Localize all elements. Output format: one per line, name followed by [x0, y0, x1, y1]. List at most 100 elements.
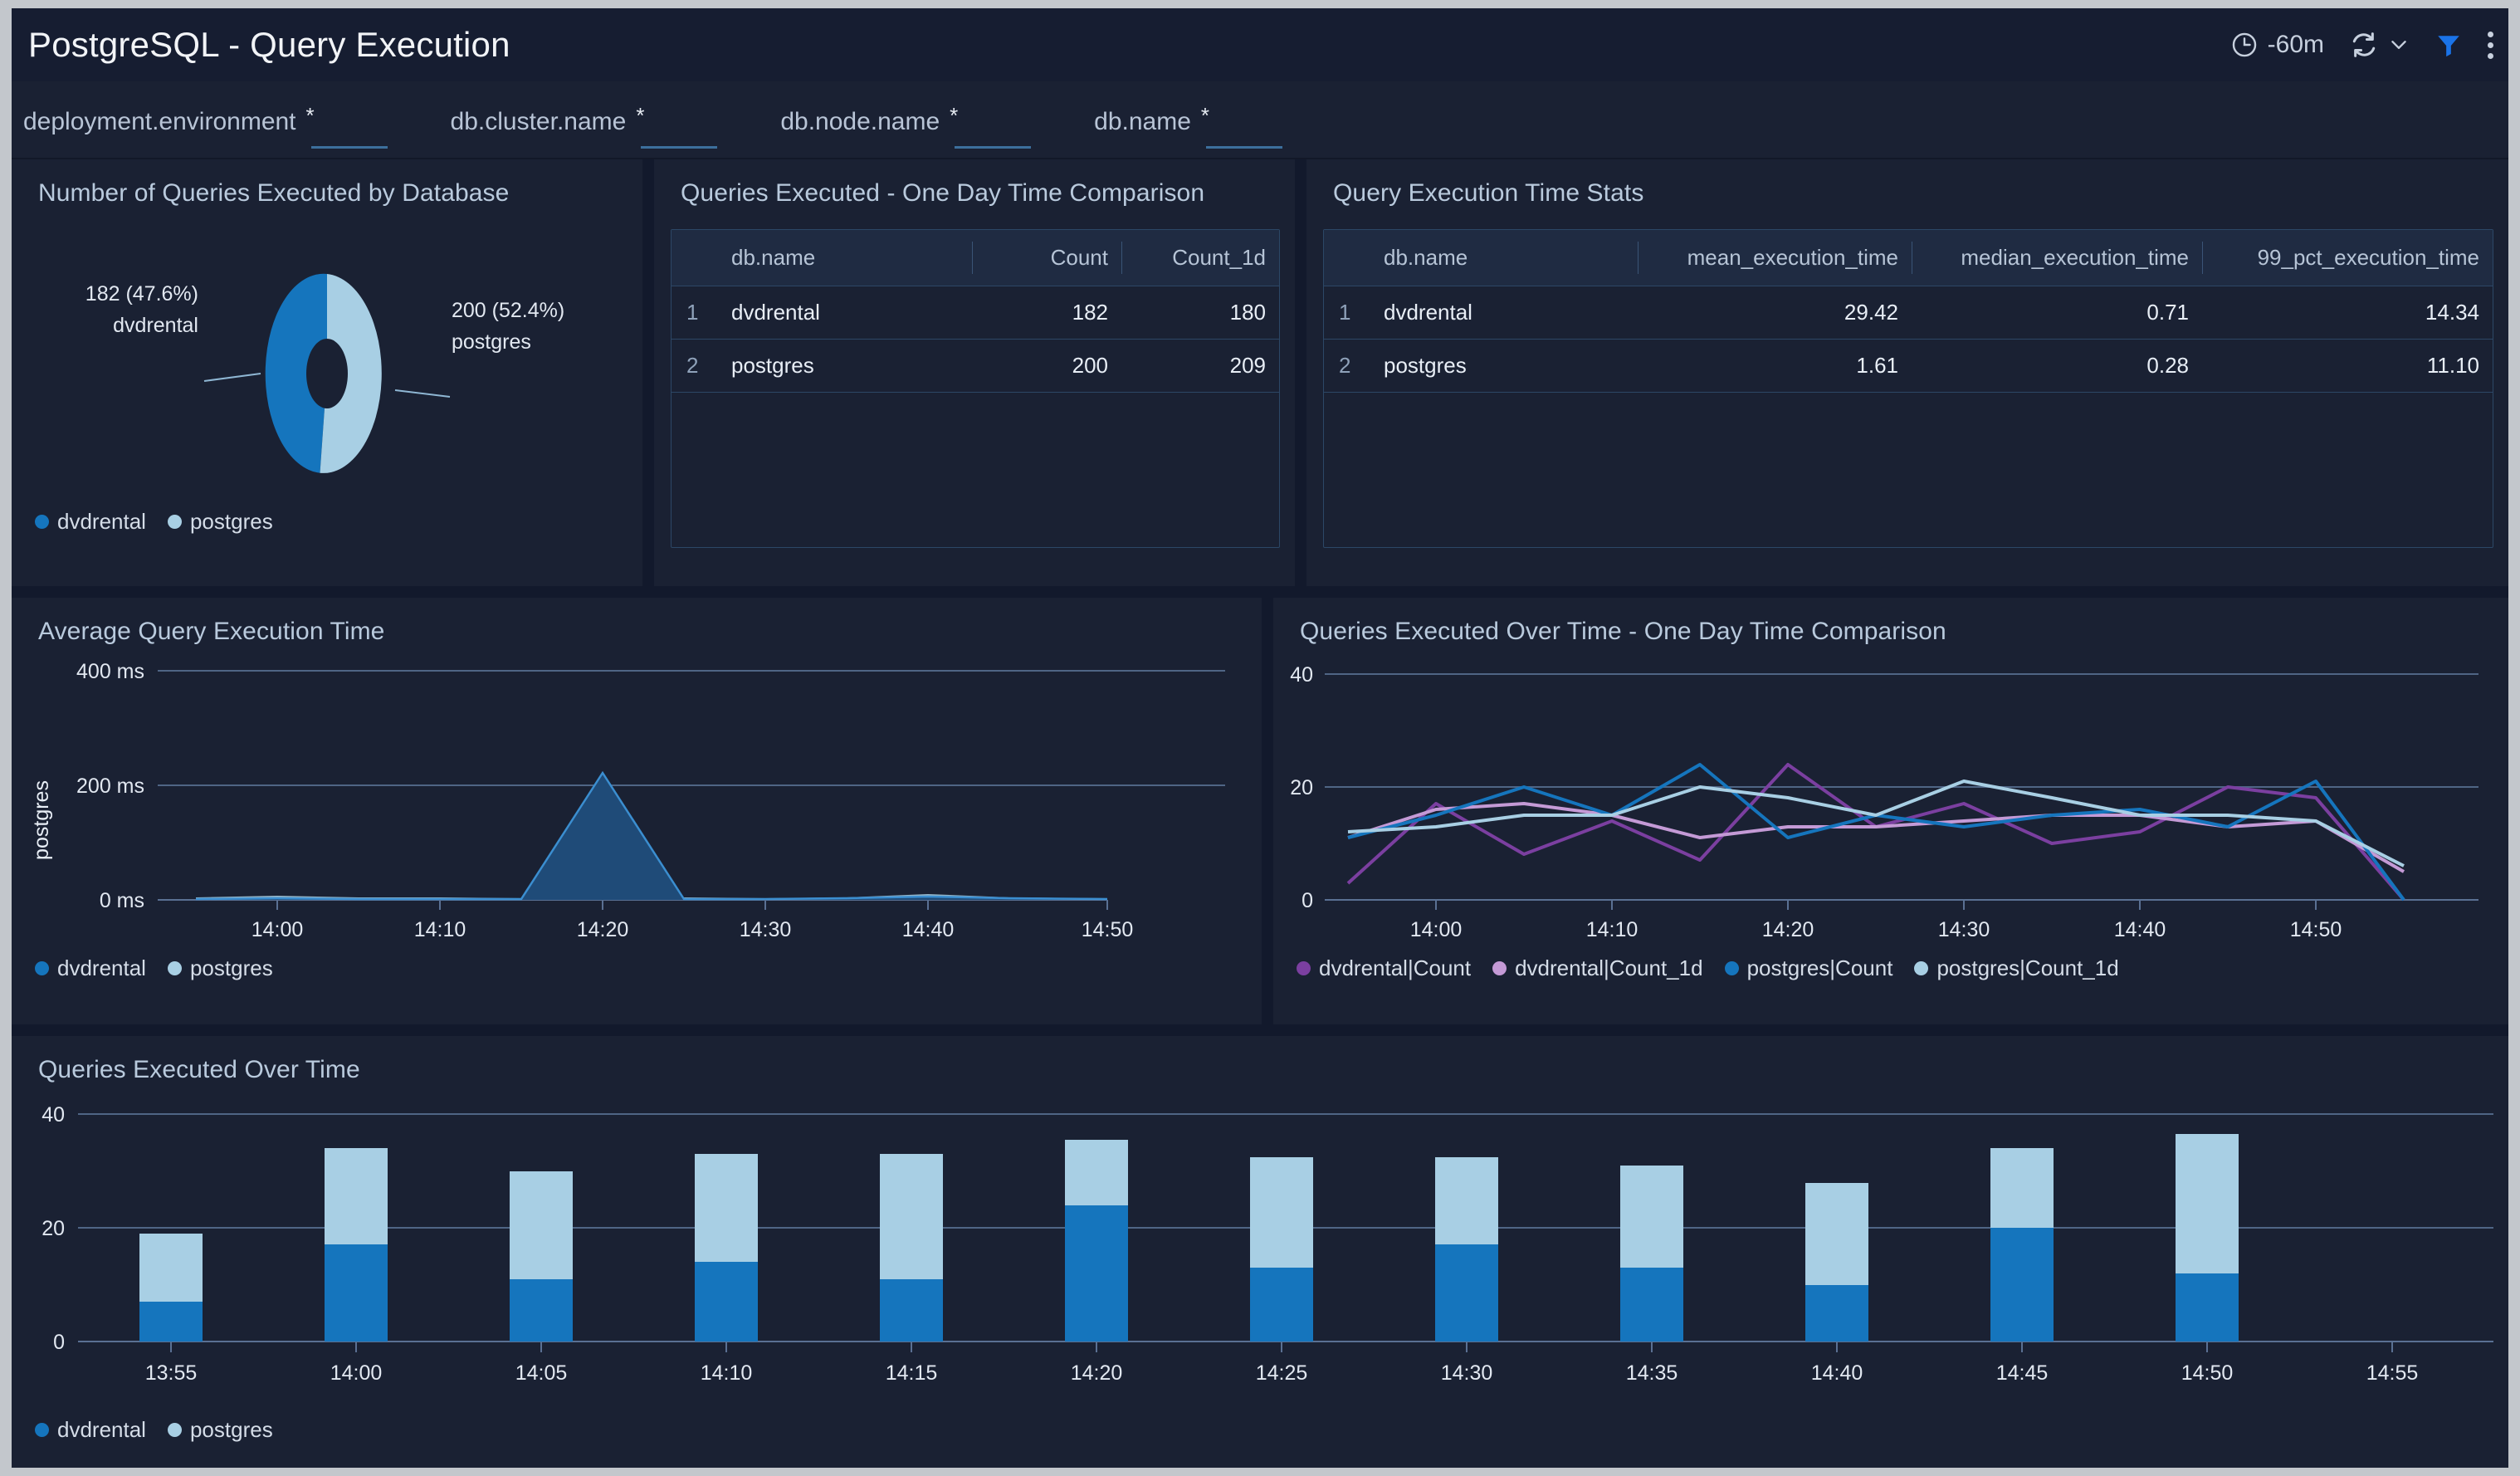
bar-dvdrental — [510, 1279, 573, 1342]
stats-table-body: 1 dvdrental 29.42 0.71 14.34 2 postgres … — [1324, 286, 2493, 393]
bar-postgres — [510, 1171, 573, 1279]
col-db-name[interactable]: db.name — [1370, 230, 1638, 286]
variable-value-wrap: * — [1201, 105, 1284, 149]
xtick-1410: 14:10 — [414, 918, 466, 941]
area-series-dvdrental-fill — [196, 773, 1107, 900]
xtick-1435: 14:35 — [1626, 1361, 1678, 1385]
xtick-1400: 14:00 — [252, 918, 304, 941]
bar-postgres — [1620, 1166, 1683, 1268]
xtick-1450: 14:50 — [2181, 1361, 2234, 1385]
variable-value-wrap: * — [950, 105, 1033, 149]
legend-item-postgres-count[interactable]: postgres|Count — [1724, 955, 1892, 981]
table-empty-space — [672, 393, 1279, 547]
variable-value: * — [305, 103, 315, 128]
table-row[interactable]: 2 postgres 1.61 0.28 11.10 — [1324, 339, 2493, 393]
col-median-execution-time[interactable]: median_execution_time — [1912, 230, 2202, 286]
stats-table: db.name mean_execution_time median_execu… — [1324, 230, 2493, 393]
more-options-button[interactable] — [2488, 29, 2493, 61]
variable-db-cluster-name[interactable]: db.cluster.name * — [451, 103, 720, 149]
cell-p99: 11.10 — [2202, 339, 2493, 393]
header-toolbar: -60m — [2230, 8, 2493, 81]
avg-exec-legend: dvdrental postgres — [35, 955, 273, 981]
bar-group-1400[interactable] — [325, 1148, 388, 1342]
bar-group-1415[interactable] — [880, 1154, 943, 1342]
bar-group-1430[interactable] — [1435, 1157, 1498, 1342]
xtick-1445: 14:45 — [1996, 1361, 2049, 1385]
dashboard-row-1: Number of Queries Executed by Database 1… — [12, 159, 2508, 586]
donut-hole — [306, 339, 348, 408]
col-99-pct-execution-time[interactable]: 99_pct_execution_time — [2202, 230, 2493, 286]
bar-group-1435[interactable] — [1620, 1166, 1683, 1342]
filter-button[interactable] — [2435, 31, 2463, 59]
time-range-picker[interactable]: -60m — [2230, 31, 2324, 59]
table-row[interactable]: 2 postgres 200 209 — [672, 339, 1279, 393]
table-empty-space — [1324, 393, 2493, 547]
panel-queries-executed-over-time: Queries Executed Over Time 40 20 0 13:55… — [12, 1036, 2508, 1468]
bar-postgres — [325, 1148, 388, 1244]
variable-value: * — [636, 103, 645, 128]
dashboard-row-3: Queries Executed Over Time 40 20 0 13:55… — [12, 1036, 2508, 1468]
xtick-1420: 14:20 — [1762, 918, 1814, 941]
col-count-1d[interactable]: Count_1d — [1121, 230, 1279, 286]
legend-item-dvdrental[interactable]: dvdrental — [35, 955, 146, 981]
variable-underline — [310, 146, 388, 149]
cell-db-name: postgres — [718, 339, 972, 393]
legend-color-dot — [35, 961, 49, 975]
variable-db-node-name[interactable]: db.node.name * — [780, 105, 1033, 149]
table-row[interactable]: 1 dvdrental 29.42 0.71 14.34 — [1324, 286, 2493, 340]
legend-item-dvdrental-count[interactable]: dvdrental|Count — [1297, 955, 1471, 981]
bar-dvdrental — [1620, 1268, 1683, 1342]
bar-group-1410[interactable] — [695, 1154, 758, 1342]
col-db-name[interactable]: db.name — [718, 230, 972, 286]
legend-item-dvdrental[interactable]: dvdrental — [35, 1417, 146, 1443]
legend-item-postgres[interactable]: postgres — [167, 509, 273, 535]
legend-item-dvdrental[interactable]: dvdrental — [35, 509, 146, 535]
row-gutter — [12, 586, 2508, 598]
bar-dvdrental — [695, 1262, 758, 1342]
bar-group-1420[interactable] — [1065, 1140, 1128, 1342]
refresh-control[interactable] — [2349, 30, 2410, 60]
bar-group-1445[interactable] — [1990, 1148, 2054, 1342]
counts-table-head: db.name Count Count_1d — [672, 230, 1279, 286]
table-row[interactable]: 1 dvdrental 182 180 — [672, 286, 1279, 340]
bar-group-1405[interactable] — [510, 1171, 573, 1342]
donut-legend: dvdrental postgres — [35, 509, 273, 535]
bar-group-1440[interactable] — [1805, 1183, 1868, 1342]
donut-leader-left — [203, 373, 261, 382]
xtick-1430: 14:30 — [1938, 918, 1990, 941]
bar-postgres — [139, 1234, 203, 1302]
col-mean-execution-time[interactable]: mean_execution_time — [1638, 230, 1912, 286]
xtick-1455: 14:55 — [2366, 1361, 2419, 1385]
donut-chart: 182 (47.6%) dvdrental 200 (52.4%) postgr… — [85, 273, 564, 473]
col-count[interactable]: Count — [972, 230, 1121, 286]
legend-item-dvdrental-count-1d[interactable]: dvdrental|Count_1d — [1492, 955, 1703, 981]
panel-title: Queries Executed Over Time — [38, 1056, 360, 1083]
panel-title: Average Query Execution Time — [38, 618, 385, 645]
panel-queries-over-time-comparison: Queries Executed Over Time - One Day Tim… — [1273, 598, 2508, 1024]
cell-median: 0.28 — [1912, 339, 2202, 393]
page-title: PostgreSQL - Query Execution — [28, 25, 510, 64]
cell-count-1d: 180 — [1121, 286, 1279, 340]
over-time-comparison-legend: dvdrental|Count dvdrental|Count_1d postg… — [1297, 955, 2119, 981]
bar-dvdrental — [1805, 1285, 1868, 1342]
bar-dvdrental — [1065, 1205, 1128, 1342]
avg-exec-area-chart: 400 ms 200 ms 0 ms postgres 14:00 14:10 … — [30, 660, 1225, 941]
bar-group-1450[interactable] — [2176, 1134, 2239, 1342]
variable-label: db.name — [1094, 108, 1191, 135]
panel-query-execution-time-stats: Query Execution Time Stats db.name mean_… — [1306, 159, 2508, 586]
dashboard-row-2: Average Query Execution Time 400 ms 200 … — [12, 598, 2508, 1024]
panel-queries-by-database: Number of Queries Executed by Database 1… — [12, 159, 642, 586]
legend-item-postgres[interactable]: postgres — [167, 955, 273, 981]
bar-postgres — [1990, 1148, 2054, 1228]
bar-group-1425[interactable] — [1250, 1157, 1313, 1342]
legend-item-postgres[interactable]: postgres — [167, 1417, 273, 1443]
cell-db-name: postgres — [1370, 339, 1638, 393]
variable-filter-bar: deployment.environment * db.cluster.name… — [12, 81, 2508, 159]
cell-index: 1 — [1324, 286, 1370, 340]
legend-item-postgres-count-1d[interactable]: postgres|Count_1d — [1914, 955, 2119, 981]
bar-dvdrental — [2176, 1273, 2239, 1342]
panel-title: Number of Queries Executed by Database — [38, 179, 510, 207]
bar-group-1355[interactable] — [139, 1234, 203, 1342]
variable-db-name[interactable]: db.name * — [1094, 105, 1284, 149]
variable-deployment-environment[interactable]: deployment.environment * — [23, 103, 389, 149]
